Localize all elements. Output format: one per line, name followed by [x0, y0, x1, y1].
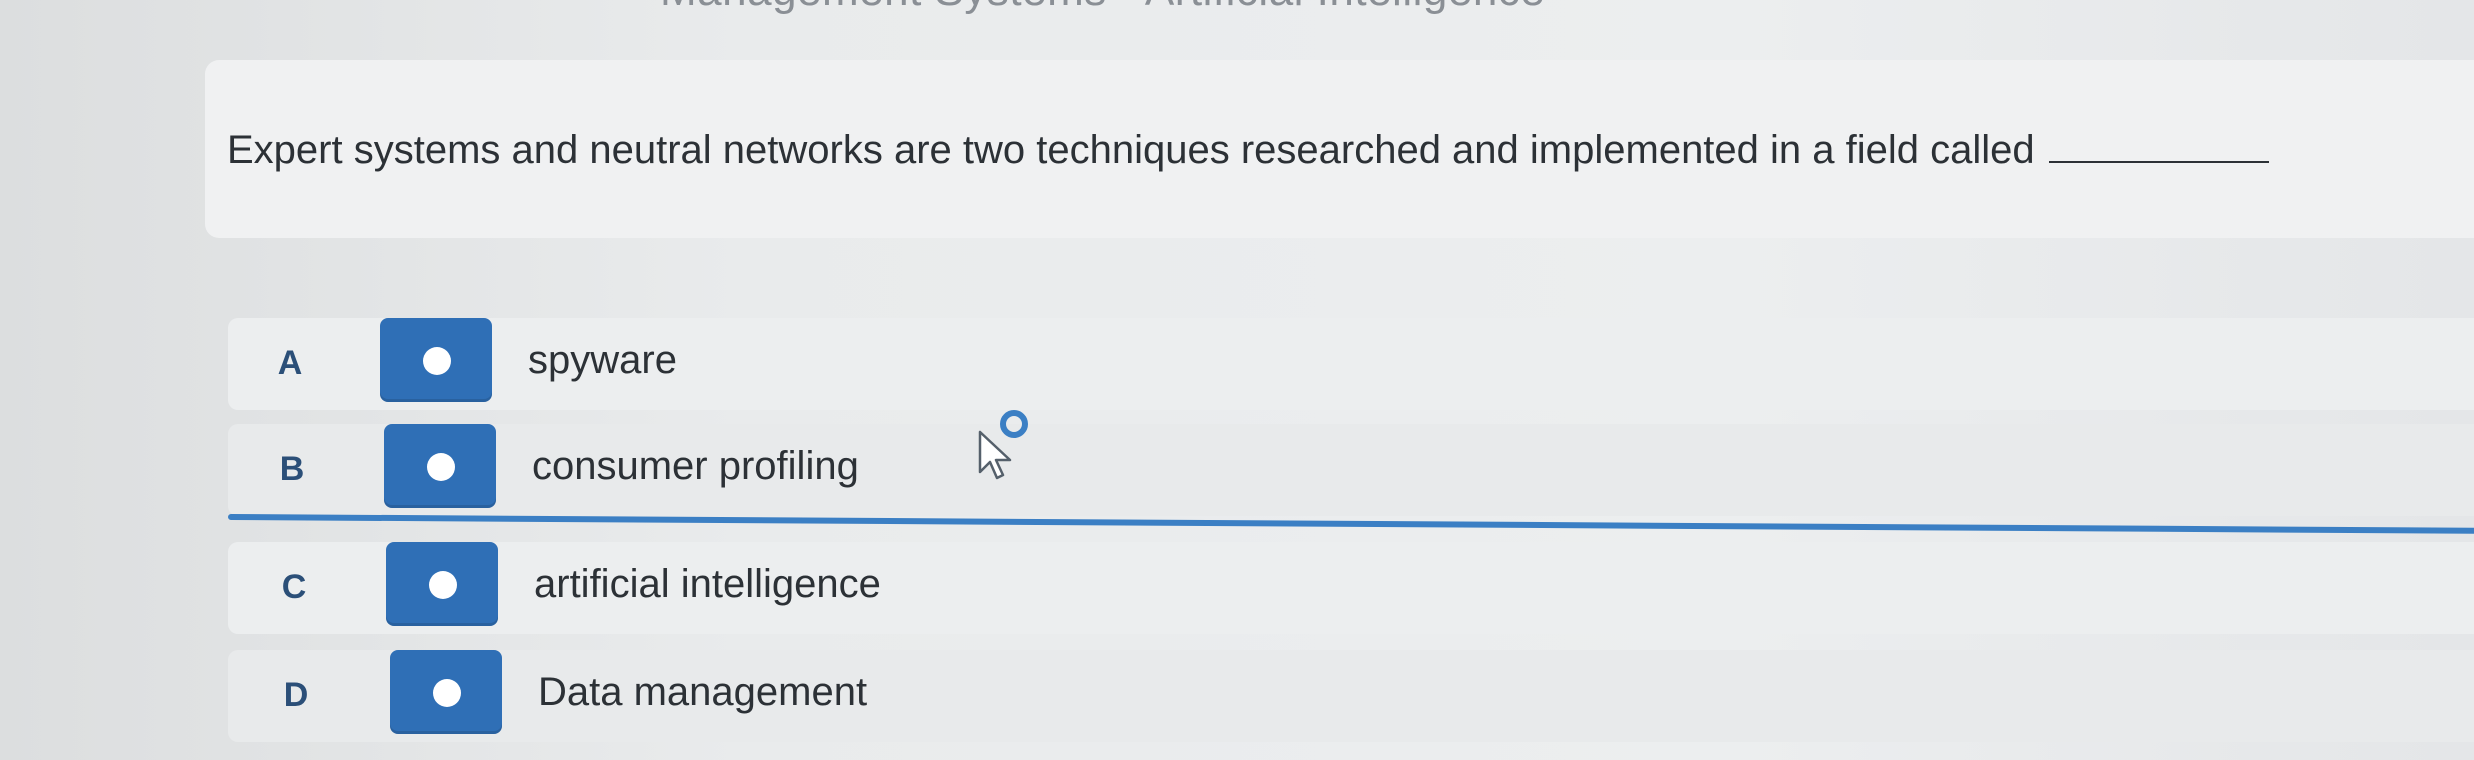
- radio-button-d[interactable]: [390, 650, 502, 734]
- option-letter: C: [281, 568, 307, 606]
- page-title: Management Systems - Artificial Intellig…: [660, 0, 1545, 16]
- option-label: Data management: [538, 670, 868, 714]
- option-a[interactable]: A spyware: [228, 318, 2474, 410]
- option-label: spyware: [528, 338, 677, 382]
- question-text: Expert systems and neutral networks are …: [227, 128, 2269, 173]
- radio-button-c[interactable]: [386, 542, 498, 626]
- radio-dot-icon: [423, 347, 451, 375]
- quiz-page: Management Systems - Artificial Intellig…: [0, 0, 2474, 760]
- option-letter: A: [277, 344, 303, 382]
- option-d[interactable]: D Data management: [228, 650, 2474, 742]
- option-letter: B: [279, 450, 305, 488]
- option-b[interactable]: B consumer profiling: [228, 424, 2474, 516]
- option-letter: D: [283, 676, 309, 714]
- radio-dot-icon: [433, 679, 461, 707]
- option-label: consumer profiling: [532, 444, 859, 488]
- radio-dot-icon: [427, 453, 455, 481]
- option-c[interactable]: C artificial intelligence: [228, 542, 2474, 634]
- selected-option-underline: [227, 514, 2474, 535]
- answer-blank: [2048, 161, 2269, 163]
- pointer-cursor-icon: [978, 410, 1028, 480]
- radio-dot-icon: [429, 571, 457, 599]
- question-prompt: Expert systems and neutral networks are …: [227, 128, 2035, 172]
- option-label: artificial intelligence: [534, 562, 881, 606]
- radio-button-a[interactable]: [380, 318, 492, 402]
- question-card: Expert systems and neutral networks are …: [205, 60, 2474, 238]
- radio-button-b[interactable]: [384, 424, 496, 508]
